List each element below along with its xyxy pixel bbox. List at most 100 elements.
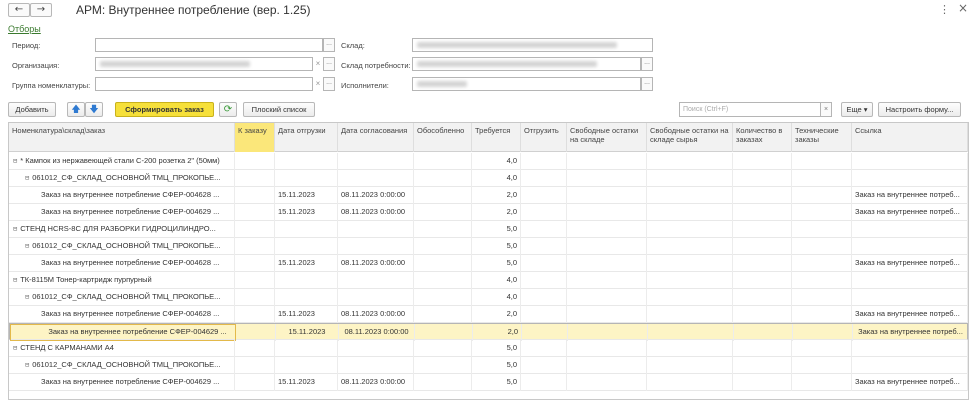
performers-select-button[interactable]: ... (641, 77, 653, 91)
link-cell (852, 272, 968, 289)
table-row[interactable]: ⊟ 061012_СФ_СКЛАД_ОСНОВНОЙ ТМЦ_ПРОКОПЬЕ..… (9, 357, 968, 374)
collapse-toggle-icon[interactable]: ⊟ (25, 293, 29, 301)
ship-cell (521, 153, 567, 170)
nomenclature-cell[interactable]: ⊟ 061012_СФ_СКЛАД_ОСНОВНОЙ ТМЦ_ПРОКОПЬЕ..… (9, 170, 235, 187)
forward-button[interactable]: → (30, 3, 52, 17)
ship-cell (521, 221, 567, 238)
consumer-warehouse-field[interactable] (412, 57, 641, 71)
arrow-up-icon: 🡅 (71, 105, 81, 115)
configure-form-button[interactable]: Настроить форму... (878, 102, 961, 117)
ship-date-cell: 15.11.2023 (275, 255, 338, 272)
back-button[interactable]: ← (8, 3, 30, 17)
search-clear-icon[interactable]: × (820, 102, 832, 117)
col-ship-date-header[interactable]: Дата отгрузки (275, 123, 338, 152)
more-button[interactable]: Еще ▾ (841, 102, 873, 117)
nomenclature-cell[interactable]: Заказ на внутреннее потребление СФЕР-004… (9, 306, 235, 323)
table-row[interactable]: Заказ на внутреннее потребление СФЕР-004… (9, 306, 968, 323)
nomenclature-cell[interactable]: ⊟ 061012_СФ_СКЛАД_ОСНОВНОЙ ТМЦ_ПРОКОПЬЕ..… (9, 238, 235, 255)
table-row[interactable]: Заказ на внутреннее потребление СФЕР-004… (9, 204, 968, 221)
refresh-button[interactable]: ⟳ (219, 102, 237, 117)
nomenclature-cell[interactable]: ⊟ * Кампок из нержавеющей стали С-200 роз… (9, 153, 235, 170)
table-row[interactable]: ⊟ ТК-8115М Тонер-картридж пурпурный 4,0 (9, 272, 968, 289)
filters-group-link[interactable]: Отборы (8, 24, 41, 34)
collapse-toggle-icon[interactable]: ⊟ (25, 174, 29, 182)
col-required-header[interactable]: Требуется (472, 123, 521, 152)
table-row[interactable]: Заказ на внутреннее потребление СФЕР-004… (9, 374, 968, 391)
col-tech-orders-header[interactable]: Технические заказы (792, 123, 852, 152)
collapse-toggle-icon[interactable]: ⊟ (13, 344, 17, 352)
form-order-button[interactable]: Сформировать заказ (115, 102, 214, 117)
col-to-order-header[interactable]: К заказу (235, 123, 275, 152)
nomenclature-cell[interactable]: Заказ на внутреннее потребление СФЕР-004… (9, 374, 235, 391)
organization-select-button[interactable]: ... (323, 57, 335, 71)
table-row[interactable]: ⊟ 061012_СФ_СКЛАД_ОСНОВНОЙ ТМЦ_ПРОКОПЬЕ..… (9, 238, 968, 255)
free-stock-cell (567, 357, 647, 374)
nomenclature-cell[interactable]: ⊟ 061012_СФ_СКЛАД_ОСНОВНОЙ ТМЦ_ПРОКОПЬЕ..… (9, 289, 235, 306)
table-row[interactable]: Заказ на внутреннее потребление СФЕР-004… (9, 323, 968, 341)
close-icon[interactable]: × (958, 1, 968, 15)
nomenclature-cell[interactable]: ⊟ ТК-8115М Тонер-картридж пурпурный (9, 272, 235, 289)
free-raw-stock-cell (647, 357, 733, 374)
ship-cell (521, 374, 567, 391)
free-stock-cell (567, 238, 647, 255)
nomenclature-text: Заказ на внутреннее потребление СФЕР-004… (41, 309, 220, 318)
link-cell (852, 221, 968, 238)
nomenclature-cell[interactable]: Заказ на внутреннее потребление СФЕР-004… (9, 204, 235, 221)
move-up-button[interactable]: 🡅 (67, 102, 85, 117)
nomenclature-cell[interactable]: ⊟ СТЕНД С КАРМАНАМИ А4 (9, 340, 235, 357)
nomenclature-cell[interactable]: Заказ на внутреннее потребление СФЕР-004… (9, 187, 235, 204)
organization-field[interactable] (95, 57, 313, 71)
collapse-toggle-icon[interactable]: ⊟ (25, 242, 29, 250)
warehouse-field[interactable] (412, 38, 653, 52)
collapse-toggle-icon[interactable]: ⊟ (25, 361, 29, 369)
col-nomenclature-header[interactable]: Номенклатура\склад\заказ (9, 123, 235, 152)
to-order-cell (235, 153, 275, 170)
search-input[interactable]: Поиск (Ctrl+F) (679, 102, 824, 117)
ship-date-cell: 15.11.2023 (275, 204, 338, 221)
table-row[interactable]: ⊟ СТЕНД HCRS-8C ДЛЯ РАЗБОРКИ ГИДРОЦИЛИНДР… (9, 221, 968, 238)
collapse-toggle-icon[interactable]: ⊟ (13, 276, 17, 284)
to-order-cell (235, 238, 275, 255)
period-field[interactable] (95, 38, 323, 52)
col-free-stock-header[interactable]: Свободные остатки на складе (567, 123, 647, 152)
nomenclature-cell[interactable]: ⊟ 061012_СФ_СКЛАД_ОСНОВНОЙ ТМЦ_ПРОКОПЬЕ..… (9, 357, 235, 374)
table-row[interactable]: Заказ на внутреннее потребление СФЕР-004… (9, 187, 968, 204)
ship-date-cell (275, 238, 338, 255)
table-row[interactable]: ⊟ * Кампок из нержавеющей стали С-200 роз… (9, 153, 968, 170)
nomenclature-group-clear-icon[interactable]: × (313, 77, 323, 91)
table-row[interactable]: ⊟ СТЕНД С КАРМАНАМИ А4 5,0 (9, 340, 968, 357)
nomenclature-cell[interactable]: ⊟ СТЕНД HCRS-8C ДЛЯ РАЗБОРКИ ГИДРОЦИЛИНДР… (9, 221, 235, 238)
to-order-cell (235, 306, 275, 323)
organization-clear-icon[interactable]: × (313, 57, 323, 71)
table-row[interactable]: ⊟ 061012_СФ_СКЛАД_ОСНОВНОЙ ТМЦ_ПРОКОПЬЕ..… (9, 289, 968, 306)
to-order-cell (235, 357, 275, 374)
qty-in-orders-cell (733, 340, 792, 357)
free-raw-stock-cell (647, 289, 733, 306)
nomenclature-cell[interactable]: Заказ на внутреннее потребление СФЕР-004… (10, 324, 236, 341)
table-row[interactable]: ⊟ 061012_СФ_СКЛАД_ОСНОВНОЙ ТМЦ_ПРОКОПЬЕ..… (9, 170, 968, 187)
qty-in-orders-cell (733, 204, 792, 221)
period-select-button[interactable]: ... (323, 38, 335, 52)
col-qty-in-orders-header[interactable]: Количество в заказах (733, 123, 792, 152)
col-free-raw-stock-header[interactable]: Свободные остатки на складе сырья (647, 123, 733, 152)
orders-table[interactable]: Номенклатура\склад\заказ К заказу Дата отг… (8, 122, 969, 400)
performers-field[interactable] (412, 77, 641, 91)
ship-date-cell: 15.11.2023 (275, 374, 338, 391)
move-down-button[interactable]: 🡇 (85, 102, 103, 117)
col-ship-header[interactable]: Отгрузить (521, 123, 567, 152)
collapse-toggle-icon[interactable]: ⊟ (13, 225, 17, 233)
collapse-toggle-icon[interactable]: ⊟ (13, 157, 17, 165)
more-menu-icon[interactable]: ⋮ (939, 3, 950, 16)
add-button[interactable]: Добавить (8, 102, 56, 117)
nomenclature-group-field[interactable] (95, 77, 313, 91)
nomenclature-group-select-button[interactable]: ... (323, 77, 335, 91)
agree-date-cell (338, 357, 414, 374)
consumer-warehouse-select-button[interactable]: ... (641, 57, 653, 71)
col-agree-date-header[interactable]: Дата согласования (338, 123, 414, 152)
table-row[interactable]: Заказ на внутреннее потребление СФЕР-004… (9, 255, 968, 272)
nomenclature-cell[interactable]: Заказ на внутреннее потребление СФЕР-004… (9, 255, 235, 272)
tech-orders-cell (792, 170, 852, 187)
flat-list-button[interactable]: Плоский список (243, 102, 315, 117)
col-separate-header[interactable]: Обособленно (414, 123, 472, 152)
col-link-header[interactable]: Ссылка (852, 123, 968, 152)
